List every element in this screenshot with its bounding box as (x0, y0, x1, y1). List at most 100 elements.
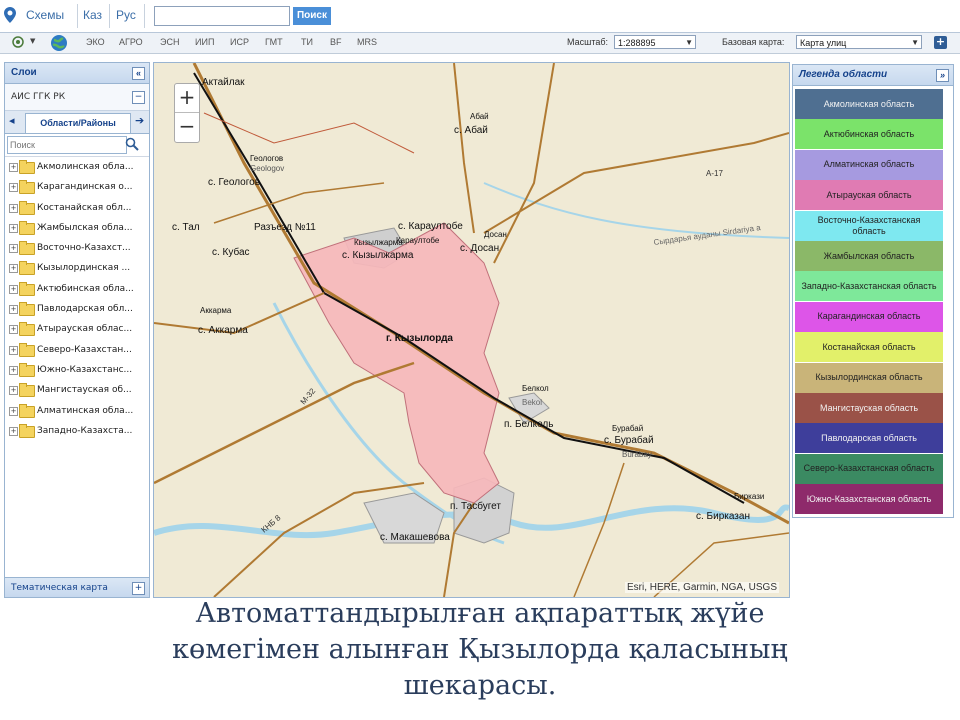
legend-item[interactable]: Акмолинская область (795, 89, 943, 119)
thematic-map-label: Тематическая карта (11, 583, 108, 593)
marker-dropdown-icon[interactable]: ▼ (30, 37, 35, 45)
map-label-akkarma: Аккарма (200, 306, 232, 315)
search-input[interactable] (154, 6, 290, 26)
layer-eco[interactable]: ЭКО (86, 37, 105, 47)
nav-schemes-link[interactable]: Схемы (26, 8, 64, 22)
legend-item[interactable]: Жамбылская область (795, 241, 943, 271)
expand-icon[interactable]: + (9, 386, 18, 396)
layer-isr[interactable]: ИСР (230, 37, 249, 47)
nav-separator (144, 4, 145, 28)
tree-item-west-kz[interactable]: + Западно-Казахста... (5, 421, 149, 441)
tree-search-input[interactable] (7, 136, 127, 154)
legend-item[interactable]: Восточно-Казахстанская область (795, 210, 943, 241)
tree-item-atyrau[interactable]: + Атырауская облас... (5, 319, 149, 339)
tree-item-karaganda[interactable]: + Карагандинская о... (5, 177, 149, 197)
layer-bf[interactable]: BF (330, 37, 342, 47)
map-canvas[interactable]: Актайлак с. Абай Абай Геологов Geologov … (154, 63, 789, 597)
map-attribution: Esri, HERE, Garmin, NGA, USGS (624, 582, 779, 593)
basemap-select[interactable]: Карта улиц ▼ (796, 35, 922, 49)
search-button[interactable]: Поиск (293, 7, 331, 25)
tab-regions[interactable]: Области/Районы (25, 113, 131, 133)
ais-section[interactable]: АИС ГГК РК − (5, 84, 149, 111)
legend-item[interactable]: Карагандинская область (795, 301, 943, 332)
legend-item[interactable]: Алматинская область (795, 149, 943, 180)
road-north (453, 63, 475, 234)
folder-icon (19, 200, 35, 215)
legend-item[interactable]: Северо-Казахстанская область (795, 453, 943, 484)
layer-esn[interactable]: ЭСН (160, 37, 179, 47)
map-label-s-geologov: с. Геологов (208, 177, 260, 188)
location-pin-icon[interactable] (4, 7, 16, 23)
expand-icon[interactable]: + (9, 244, 18, 254)
legend-item[interactable]: Костанайская область (795, 332, 943, 363)
tree-item-south-kz[interactable]: + Южно-Казахстанс... (5, 360, 149, 380)
expand-icon[interactable]: + (9, 183, 18, 193)
expand-icon[interactable]: + (9, 163, 18, 172)
tab-scroll-left-icon[interactable]: ◂ (9, 114, 15, 127)
thematic-map-panel[interactable]: Тематическая карта + (5, 577, 149, 597)
add-layer-icon[interactable]: + (934, 36, 947, 49)
layers-panel: Слои « АИС ГГК РК − ◂ Области/Районы ➔ +… (4, 62, 150, 598)
expand-icon[interactable]: + (9, 406, 18, 416)
legend-item[interactable]: Мангистауская область (795, 393, 943, 423)
scale-select[interactable]: 1:288895 ▼ (614, 35, 696, 49)
tree-item-zhambyl[interactable]: + Жамбылская обла... (5, 218, 149, 238)
tree-item-akmola[interactable]: + Акмолинская обла... (5, 157, 149, 177)
tree-item-aktobe[interactable]: + Актюбинская обла... (5, 279, 149, 299)
tree-item-label: Алматинская обла... (37, 405, 134, 416)
nav-rus-link[interactable]: Рус (116, 8, 136, 22)
expand-icon[interactable]: + (9, 203, 18, 213)
search-icon[interactable] (125, 137, 139, 151)
globe-icon[interactable] (50, 34, 68, 52)
nav-separator (109, 4, 110, 28)
layer-agro[interactable]: АГРО (119, 37, 143, 47)
folder-icon (19, 261, 35, 276)
expand-icon[interactable]: + (9, 284, 18, 294)
tree-item-label: Восточно-Казахст... (37, 243, 131, 254)
layer-ti[interactable]: ТИ (301, 37, 313, 47)
legend-item[interactable]: Актюбинская область (795, 119, 943, 150)
tree-item-label: Костанайская обл... (37, 202, 132, 213)
caption-line-1: Автоматтандырылған ақпараттық жүйе (195, 598, 765, 629)
tree-item-label: Западно-Казахста... (37, 425, 133, 436)
tree-item-mangystau[interactable]: + Мангистауская об... (5, 380, 149, 400)
layer-iip[interactable]: ИИП (195, 37, 214, 47)
legend-item[interactable]: Кызылординская область (795, 362, 943, 393)
tree-item-kostanay[interactable]: + Костанайская обл... (5, 198, 149, 218)
expand-icon[interactable]: + (9, 325, 18, 335)
marker-tool-icon[interactable] (12, 36, 24, 50)
tree-item-north-kz[interactable]: + Северо-Казахстан... (5, 340, 149, 360)
tree-item-label: Кызылординская ... (37, 263, 131, 274)
zoom-out-button[interactable]: − (175, 113, 199, 141)
expand-icon[interactable]: + (9, 305, 18, 315)
expand-icon[interactable]: + (9, 426, 18, 436)
legend-item[interactable]: Западно-Казахстанская область (795, 271, 943, 302)
expand-icon[interactable]: + (9, 345, 18, 355)
scale-label: Масштаб: (567, 37, 609, 47)
expand-icon[interactable]: + (9, 223, 18, 233)
folder-icon (19, 160, 35, 174)
tree-item-kyzylorda[interactable]: + Кызылординская ... (5, 258, 149, 278)
expand-plus-icon[interactable]: + (132, 582, 145, 595)
map-view[interactable]: Актайлак с. Абай Абай Геологов Geologov … (153, 62, 790, 598)
legend-item[interactable]: Южно-Казахстанская область (795, 484, 943, 515)
zoom-in-button[interactable]: + (175, 84, 199, 113)
nav-kaz-link[interactable]: Каз (83, 8, 102, 22)
tab-scroll-right-icon[interactable]: ➔ (135, 114, 144, 127)
map-label-bekol: Bekol (522, 398, 542, 407)
tree-item-pavlodar[interactable]: + Павлодарская обл... (5, 299, 149, 319)
minus-icon[interactable]: − (132, 91, 145, 104)
tree-item-east-kz[interactable]: + Восточно-Казахст... (5, 238, 149, 258)
legend-item[interactable]: Павлодарская область (795, 423, 943, 454)
expand-icon[interactable]: + (9, 264, 18, 274)
legend-item[interactable]: Атырауская область (795, 180, 943, 211)
layer-gmt[interactable]: ГМТ (265, 37, 283, 47)
expand-icon[interactable]: + (9, 365, 18, 375)
map-label-p-tasbuget: п. Тасбугет (450, 500, 501, 512)
collapse-right-icon[interactable]: » (936, 69, 949, 82)
collapse-left-icon[interactable]: « (132, 67, 145, 80)
layer-mrs[interactable]: MRS (357, 37, 377, 47)
legend-title: Легенда области (799, 69, 888, 80)
tree-item-almaty[interactable]: + Алматинская обла... (5, 401, 149, 421)
kyzylorda-boundary[interactable] (293, 222, 500, 504)
